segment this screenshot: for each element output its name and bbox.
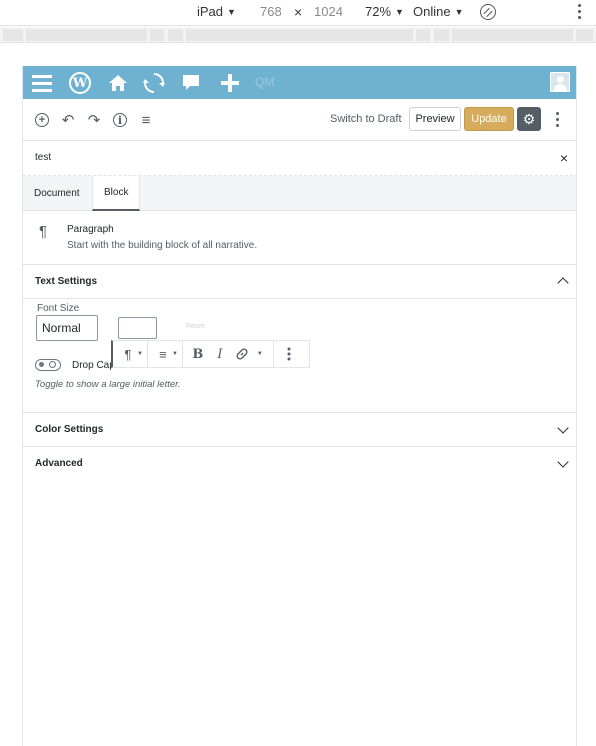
dimension-separator: × xyxy=(294,4,303,20)
add-block-icon[interactable]: + xyxy=(33,111,51,129)
block-name: Paragraph xyxy=(67,224,114,235)
drop-cap-help: Toggle to show a large initial letter. xyxy=(35,379,181,390)
italic-button[interactable]: I xyxy=(209,343,231,365)
device-viewport: W QM + ↶ ↷ i ≡ Switch to Draft Preview U… xyxy=(22,66,577,746)
query-monitor[interactable]: QM xyxy=(255,75,274,89)
redo-icon[interactable]: ↷ xyxy=(85,111,103,129)
more-options-icon xyxy=(278,343,300,365)
switch-to-draft-button[interactable]: Switch to Draft xyxy=(330,113,402,125)
zoom-value: 72% xyxy=(365,4,392,19)
home-icon[interactable] xyxy=(106,71,130,95)
link-icon[interactable] xyxy=(231,343,253,365)
preview-button[interactable]: Preview xyxy=(409,107,461,131)
more-tools-icon[interactable] xyxy=(556,112,560,130)
avatar[interactable] xyxy=(550,72,570,92)
align-dropdown[interactable]: ≡ ▼ xyxy=(148,341,183,367)
media-query-ruler[interactable] xyxy=(0,27,596,43)
outline-icon[interactable]: ≡ xyxy=(137,111,155,129)
sidebar-tabs: Document Block xyxy=(23,176,576,211)
sidebar-header: test × xyxy=(23,141,576,176)
device-select[interactable]: iPad ▼ xyxy=(197,4,236,19)
font-size-label: Font Size xyxy=(37,303,80,314)
block-description: Start with the building block of all nar… xyxy=(67,240,258,251)
color-settings-panel-toggle[interactable]: Color Settings xyxy=(23,413,576,447)
panel-title: Text Settings xyxy=(35,276,98,287)
hamburger-icon[interactable] xyxy=(30,71,54,95)
chevron-down-icon: ▼ xyxy=(171,351,178,357)
drop-cap-toggle[interactable] xyxy=(35,359,61,371)
block-card: ¶ Paragraph Start with the building bloc… xyxy=(23,211,576,265)
update-button[interactable]: Update xyxy=(464,107,514,131)
new-content-icon[interactable] xyxy=(218,71,242,95)
chevron-up-icon xyxy=(557,277,569,289)
panel-title: Color Settings xyxy=(35,424,104,435)
drop-cap-label: Drop Cap xyxy=(72,360,115,371)
wordpress-logo-icon[interactable]: W xyxy=(69,72,91,94)
chevron-down-icon xyxy=(557,422,569,434)
network-select[interactable]: Online ▼ xyxy=(413,4,464,19)
close-icon[interactable]: × xyxy=(560,150,568,166)
more-formats-icon[interactable]: ▼ xyxy=(253,343,269,365)
tab-block[interactable]: Block xyxy=(92,176,141,211)
zoom-select[interactable]: 72% ▼ xyxy=(365,4,404,19)
paragraph-icon: ¶ xyxy=(124,346,132,362)
device-toolbar: iPad ▼ 768 × 1024 72% ▼ Online ▼ xyxy=(0,0,596,26)
sidebar-title: test xyxy=(35,152,52,163)
block-switcher[interactable]: ¶ ▼ xyxy=(113,341,148,367)
align-left-icon: ≡ xyxy=(159,346,167,362)
chevron-down-icon: ▼ xyxy=(227,6,236,17)
undo-icon[interactable]: ↶ xyxy=(59,111,77,129)
tab-document[interactable]: Document xyxy=(23,176,91,211)
chevron-down-icon xyxy=(557,456,569,468)
wp-admin-bar: W QM xyxy=(23,66,576,99)
paragraph-icon: ¶ xyxy=(39,223,48,240)
advanced-panel-toggle[interactable]: Advanced xyxy=(23,447,576,481)
block-more-options[interactable] xyxy=(274,341,304,367)
chevron-down-icon: ▼ xyxy=(454,6,464,17)
rotate-icon[interactable] xyxy=(480,4,496,20)
bold-button[interactable]: B xyxy=(187,343,209,365)
format-group: B I ▼ xyxy=(183,341,274,367)
updates-icon[interactable] xyxy=(142,71,166,95)
chevron-down-icon: ▼ xyxy=(137,351,143,357)
info-icon[interactable]: i xyxy=(111,111,129,129)
settings-gear-icon[interactable]: ⚙ xyxy=(517,107,541,131)
editor-header-toolbar: + ↶ ↷ i ≡ Switch to Draft Preview Update… xyxy=(23,99,576,141)
device-name: iPad xyxy=(197,4,224,19)
block-toolbar: ¶ ▼ ≡ ▼ B I ▼ xyxy=(111,340,310,368)
text-settings-panel-toggle[interactable]: Text Settings xyxy=(23,265,576,299)
network-value: Online xyxy=(413,4,451,19)
font-size-select[interactable]: Normal xyxy=(36,315,98,341)
custom-font-size-input[interactable] xyxy=(118,317,157,339)
chevron-down-icon: ▼ xyxy=(395,6,404,17)
comments-icon[interactable] xyxy=(179,71,203,95)
more-options-icon[interactable] xyxy=(578,4,582,20)
reset-button[interactable]: Reset xyxy=(186,323,204,330)
height-input[interactable]: 1024 xyxy=(314,4,343,19)
width-input[interactable]: 768 xyxy=(260,4,282,19)
sidebar-empty-area xyxy=(23,480,576,746)
panel-title: Advanced xyxy=(35,458,83,469)
